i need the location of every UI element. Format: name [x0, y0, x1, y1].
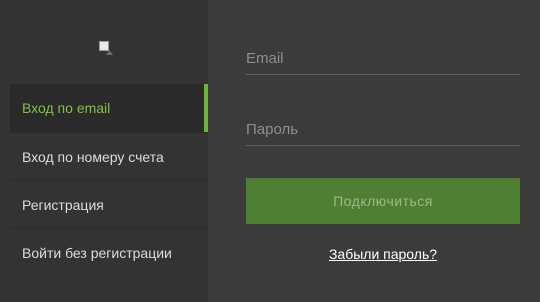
broken-image-frame — [99, 41, 109, 51]
menu-item-registration[interactable]: Регистрация — [10, 180, 208, 228]
sidebar: Вход по email Вход по номеру счета Регис… — [0, 0, 208, 302]
menu-item-guest-login[interactable]: Войти без регистрации — [10, 228, 208, 276]
connect-button[interactable]: Подключиться — [246, 178, 520, 224]
password-field[interactable]: Пароль — [246, 114, 520, 146]
menu-item-account-number-login[interactable]: Вход по номеру счета — [10, 132, 208, 180]
broken-image-icon — [99, 41, 115, 57]
login-method-menu: Вход по email Вход по номеру счета Регис… — [10, 84, 208, 276]
menu-item-email-login[interactable]: Вход по email — [10, 84, 208, 132]
email-field[interactable]: Email — [246, 43, 520, 75]
forgot-password-link[interactable]: Забыли пароль? — [246, 246, 520, 262]
